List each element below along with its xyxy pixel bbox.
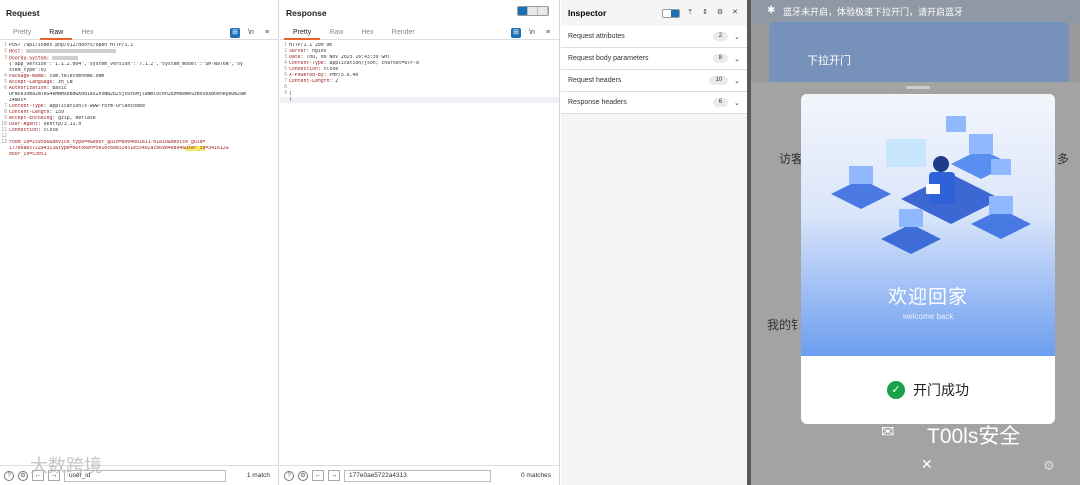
align-top-icon[interactable]: ⤒ bbox=[685, 8, 695, 18]
row-label: Request headers bbox=[568, 77, 622, 84]
tab-raw[interactable]: Raw bbox=[40, 26, 73, 40]
tab-hex[interactable]: Hex bbox=[352, 26, 382, 40]
row-label: Request attributes bbox=[568, 33, 625, 40]
menu-icon[interactable]: ≡ bbox=[543, 28, 553, 38]
help-icon[interactable]: ? bbox=[284, 470, 294, 481]
chevron-down-icon: ⌄ bbox=[734, 77, 740, 85]
bluetooth-banner[interactable]: 蓝牙未开启，体验极速下拉开门，请开启蓝牙 bbox=[751, 0, 1080, 24]
settings-icon[interactable]: ⚙ bbox=[298, 470, 308, 481]
code-line: door_id=53051 bbox=[0, 152, 278, 158]
line-text: Connection: close bbox=[9, 128, 59, 133]
chevron-down-icon: ⌄ bbox=[734, 55, 740, 63]
wrap-icon[interactable]: ⊞ bbox=[511, 27, 521, 38]
menu-icon[interactable]: ≡ bbox=[262, 28, 272, 38]
response-title: Response bbox=[286, 8, 327, 18]
close-icon[interactable]: ✕ bbox=[921, 456, 933, 473]
banner-text: 蓝牙未开启，体验极速下拉开门，请开启蓝牙 bbox=[783, 7, 964, 17]
request-title: Request bbox=[6, 8, 40, 18]
split-icon[interactable]: ⇕ bbox=[700, 8, 710, 18]
wechat-icon: ✉ bbox=[881, 424, 895, 441]
help-icon[interactable]: ? bbox=[4, 470, 14, 481]
layout-toggle[interactable] bbox=[517, 6, 549, 16]
line-number bbox=[0, 152, 9, 158]
welcome-title: 欢迎回家 bbox=[887, 287, 968, 308]
prev-arrow-icon[interactable]: ← bbox=[312, 470, 324, 481]
response-editor[interactable]: 1 HTTP/1.1 200 OK 2 Server: nginx 3 Date: Thu… bbox=[280, 40, 559, 103]
newline-icon[interactable]: \n bbox=[527, 28, 537, 38]
inspector-row-response-headers[interactable]: Response headers 6 ⌄ bbox=[561, 92, 747, 114]
tab-raw[interactable]: Raw bbox=[320, 26, 352, 40]
row-label: Response headers bbox=[568, 99, 627, 106]
request-pane: Request Pretty Raw Hex ⊞ \n ≡ 1 POST /api… bbox=[0, 0, 279, 485]
tab-pretty[interactable]: Pretty bbox=[4, 26, 40, 40]
count-badge: 2 bbox=[712, 32, 729, 41]
welcome-modal: 欢迎回家 welcome back ✓ 开门成功 bbox=[801, 94, 1055, 424]
request-editor[interactable]: 1 POST /api/index.php/v12/doors/open HTTP… bbox=[0, 40, 278, 158]
row-label: Request body parameters bbox=[568, 55, 649, 62]
welcome-subtitle: welcome back bbox=[902, 312, 954, 321]
inspector-row-request-body-parameters[interactable]: Request body parameters 8 ⌄ bbox=[561, 48, 747, 70]
isometric-illustration bbox=[831, 116, 1031, 254]
inspector-title: Inspector bbox=[568, 8, 607, 18]
response-search-bar: ? ⚙ ← → 177e0ae5722a4313 0 matches bbox=[280, 465, 559, 485]
request-match-count: 1 match bbox=[246, 472, 270, 479]
line-text: door_id=53051 bbox=[9, 152, 47, 157]
gear-icon[interactable]: ⚙ bbox=[715, 8, 725, 18]
pull-open-label: 下拉开门 bbox=[807, 55, 851, 67]
code-line: ] bbox=[280, 97, 559, 103]
success-row: ✓ 开门成功 bbox=[801, 356, 1055, 424]
tab-render[interactable]: Render bbox=[383, 26, 424, 40]
my-label: 我的钅 bbox=[767, 318, 804, 332]
line-text: Content-Length: 2 bbox=[289, 79, 339, 84]
watermark-right: T00ls安全 bbox=[927, 425, 1021, 448]
check-icon: ✓ bbox=[887, 381, 905, 399]
tab-pretty[interactable]: Pretty bbox=[284, 26, 321, 40]
next-arrow-icon[interactable]: → bbox=[328, 470, 340, 481]
inspector-pane: Inspector ⤒ ⇕ ⚙ ✕ Request attributes 2 ⌄ R… bbox=[561, 0, 747, 485]
phone-screenshot: 蓝牙未开启，体验极速下拉开门，请开启蓝牙 ✱ 下拉开门 访客 多 我的钅 欢迎回… bbox=[751, 0, 1080, 485]
request-tabs: Pretty Raw Hex ⊞ \n ≡ bbox=[0, 26, 278, 40]
settings-icon[interactable]: ⚙ bbox=[18, 470, 28, 481]
count-badge: 8 bbox=[712, 54, 729, 63]
chevron-down-icon: ⌄ bbox=[734, 33, 740, 41]
watermark-left: 大数跨境 bbox=[30, 456, 102, 476]
wrap-icon[interactable]: ⊞ bbox=[230, 27, 240, 38]
code-line: OFNce3oma2NTeG4kMNMXeBdwX0d1eXZnVWN2b25j… bbox=[0, 92, 278, 98]
close-icon[interactable]: ✕ bbox=[730, 8, 740, 18]
chevron-down-icon: ⌄ bbox=[734, 99, 740, 107]
line-number bbox=[280, 97, 289, 103]
success-text: 开门成功 bbox=[913, 382, 969, 398]
response-pane: Response Pretty Raw Hex Render ⊞ \n ≡ 1H… bbox=[280, 0, 560, 485]
gear-icon[interactable]: ⚙ bbox=[1043, 458, 1055, 474]
response-search-input[interactable]: 177e0ae5722a4313 bbox=[344, 469, 491, 482]
line-text: OFNce3oma2NTeG4kMNMXeBdwX0d1eXZnVWN2b25j… bbox=[9, 92, 246, 97]
bluetooth-icon: ✱ bbox=[767, 5, 776, 16]
sheet-handle[interactable] bbox=[906, 86, 930, 89]
newline-icon[interactable]: \n bbox=[246, 28, 256, 38]
response-tabs: Pretty Raw Hex Render ⊞ \n ≡ bbox=[280, 26, 559, 40]
more-label: 多 bbox=[1057, 152, 1070, 166]
inspector-row-request-attributes[interactable]: Request attributes 2 ⌄ bbox=[561, 26, 747, 48]
count-badge: 6 bbox=[712, 98, 729, 107]
inspector-layout-toggle[interactable] bbox=[662, 8, 680, 18]
line-text: ] bbox=[289, 97, 292, 102]
welcome-illustration: 欢迎回家 welcome back bbox=[801, 94, 1055, 356]
visitor-label: 访客 bbox=[779, 152, 804, 166]
inspector-row-request-headers[interactable]: Request headers 10 ⌄ bbox=[561, 70, 747, 92]
count-badge: 10 bbox=[709, 76, 729, 85]
response-match-count: 0 matches bbox=[521, 472, 551, 479]
tab-hex[interactable]: Hex bbox=[72, 26, 102, 40]
